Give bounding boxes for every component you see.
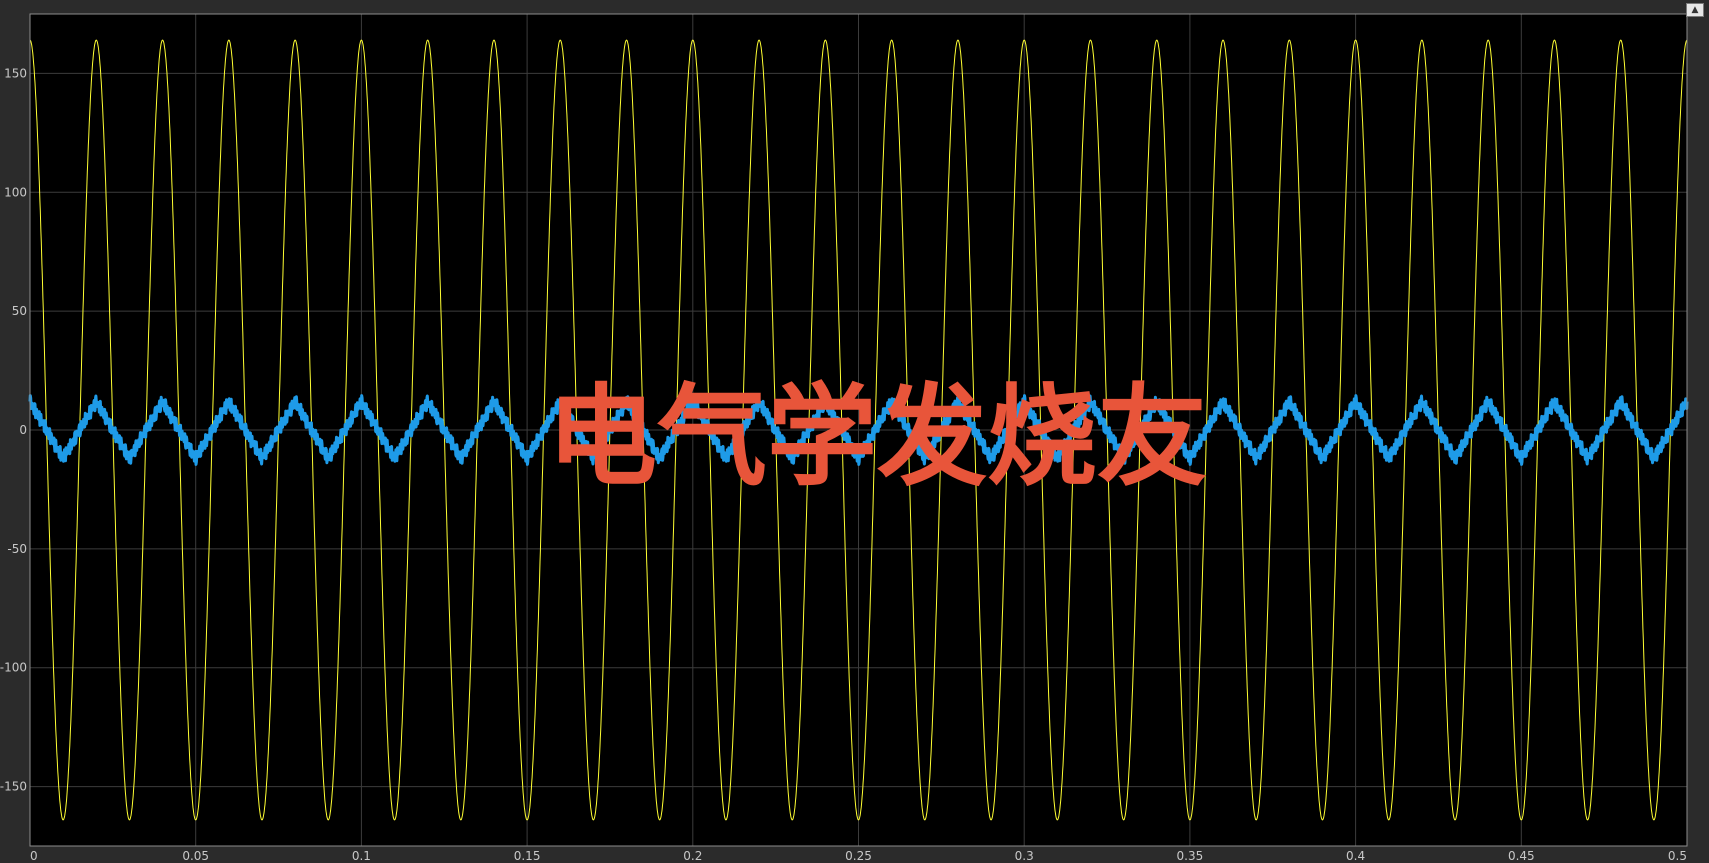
x-tick-labels: 0 0.05 0.1 0.15 0.2 0.25 0.3 0.35 0.4 0.45 0.5: [30, 849, 1687, 863]
x-tick-label: 0.2: [683, 849, 702, 863]
x-tick-label: 0.35: [1177, 849, 1204, 863]
x-tick-label: 0.1: [352, 849, 371, 863]
y-tick-label: 50: [12, 304, 27, 318]
x-tick-label: 0.15: [514, 849, 541, 863]
y-tick-label: 100: [4, 185, 27, 199]
y-tick-label: -150: [0, 780, 27, 794]
restore-axes-button[interactable]: ▲: [1686, 3, 1704, 17]
y-tick-label: 150: [4, 66, 27, 80]
watermark: 电气学发烧友: [547, 373, 1207, 501]
x-tick-label: 0.3: [1015, 849, 1034, 863]
scope-display: 0 0.05 0.1 0.15 0.2 0.25 0.3 0.35 0.4 0.45 0.5 150…: [0, 13, 1689, 863]
y-tick-label: -50: [7, 542, 27, 556]
y-tick-label: -100: [0, 661, 27, 675]
y-tick-label: 0: [19, 423, 27, 437]
x-tick-label: 0.5: [1668, 849, 1687, 863]
x-tick-label: 0.45: [1508, 849, 1535, 863]
x-tick-label: 0: [30, 849, 38, 863]
x-tick-label: 0.05: [182, 849, 209, 863]
x-tick-label: 0.25: [845, 849, 872, 863]
y-tick-labels: 150 100 50 0 -50 -100 -150: [0, 66, 27, 793]
x-tick-label: 0.4: [1346, 849, 1365, 863]
